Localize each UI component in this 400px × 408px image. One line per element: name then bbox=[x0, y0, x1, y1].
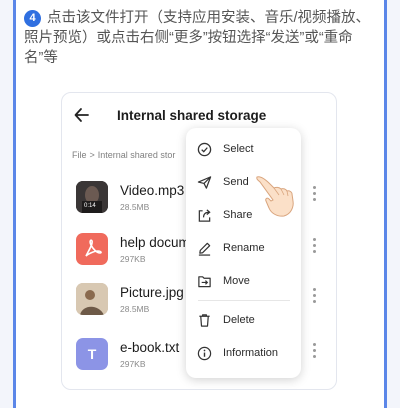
page-title: Internal shared storage bbox=[117, 108, 267, 123]
image-thumbnail bbox=[76, 283, 108, 315]
back-arrow-icon[interactable] bbox=[74, 106, 90, 124]
step-number-badge: 4 bbox=[24, 10, 41, 27]
file-name: e-book.txt bbox=[120, 340, 180, 355]
video-thumbnail: 0:14 bbox=[76, 181, 108, 213]
info-icon bbox=[197, 346, 212, 361]
file-size: 28.5MB bbox=[120, 202, 150, 212]
step-instruction: 4 点击该文件打开（支持应用安装、音乐/视频播放、照片预览）或点击右侧“更多”按钮… bbox=[24, 8, 374, 68]
video-duration: 0:14 bbox=[84, 203, 96, 209]
file-name: Video.mp3 bbox=[120, 183, 185, 198]
send-icon bbox=[197, 176, 212, 189]
menu-item-information[interactable]: Information bbox=[186, 340, 301, 368]
trash-icon bbox=[199, 314, 210, 327]
menu-item-move[interactable]: Move bbox=[186, 268, 301, 296]
more-options-icon[interactable] bbox=[312, 343, 318, 359]
text-file-icon: T bbox=[76, 338, 108, 370]
menu-divider bbox=[198, 300, 290, 301]
text-file-badge: T bbox=[87, 346, 97, 362]
pointing-hand-icon bbox=[256, 176, 294, 217]
menu-item-select[interactable]: Select bbox=[186, 136, 301, 164]
file-size: 297KB bbox=[120, 359, 146, 369]
breadcrumb-root[interactable]: File bbox=[72, 150, 87, 160]
breadcrumb-current: Internal shared stor bbox=[97, 150, 176, 160]
breadcrumb: File > Internal shared stor bbox=[72, 150, 175, 160]
share-icon bbox=[198, 209, 211, 222]
check-circle-icon bbox=[197, 142, 212, 157]
breadcrumb-separator: > bbox=[89, 150, 95, 160]
file-name: Picture.jpg bbox=[120, 285, 184, 300]
menu-item-rename[interactable]: Rename bbox=[186, 235, 301, 263]
file-size: 28.5MB bbox=[120, 304, 150, 314]
move-icon bbox=[198, 276, 211, 288]
more-options-icon[interactable] bbox=[312, 238, 318, 254]
menu-item-delete[interactable]: Delete bbox=[186, 307, 301, 335]
file-size: 297KB bbox=[120, 254, 146, 264]
file-name: help docum bbox=[120, 235, 190, 250]
step-text: 点击该文件打开（支持应用安装、音乐/视频播放、照片预览）或点击右侧“更多”按钮选… bbox=[24, 10, 371, 66]
more-options-icon[interactable] bbox=[312, 288, 318, 304]
pencil-icon bbox=[198, 242, 211, 256]
more-options-icon[interactable] bbox=[312, 186, 318, 202]
pdf-file-icon bbox=[76, 233, 108, 265]
context-menu: Select Send Share Rename Move Delete Inf… bbox=[186, 128, 301, 378]
